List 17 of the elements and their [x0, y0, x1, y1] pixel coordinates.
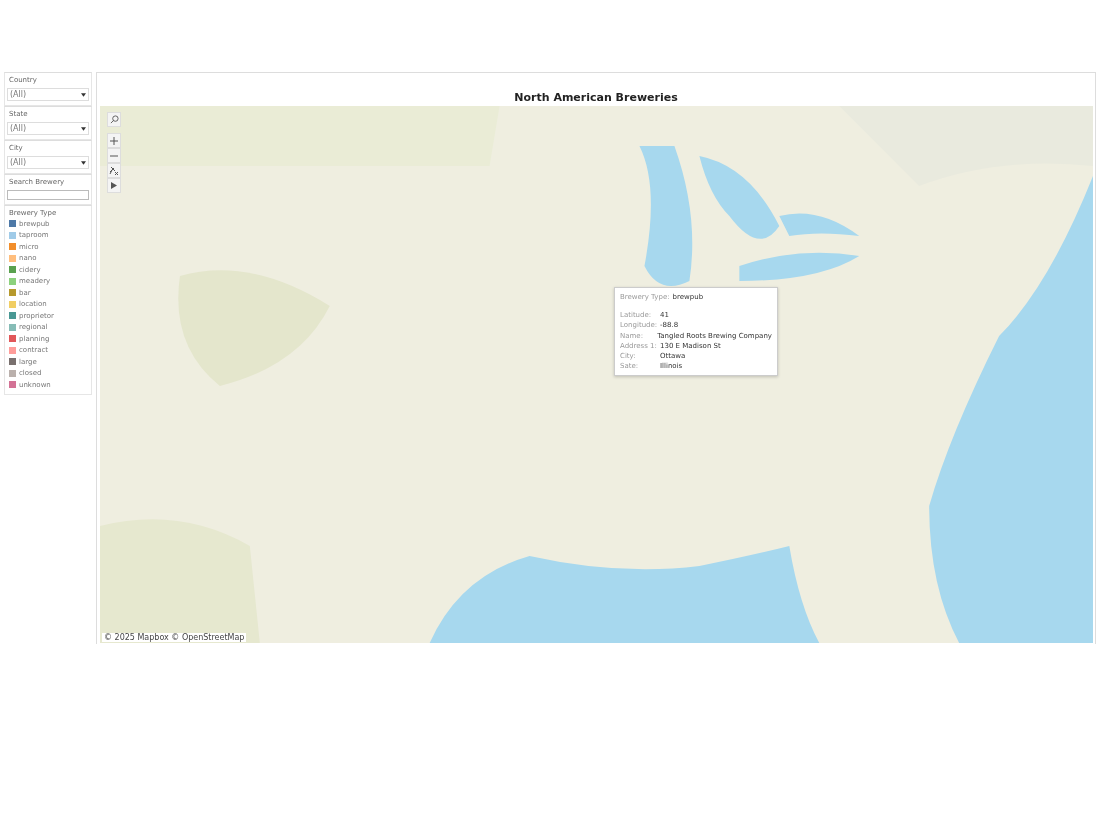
- search-button[interactable]: [107, 112, 121, 127]
- plus-icon: [110, 136, 118, 145]
- dropdown[interactable]: (All): [7, 122, 89, 135]
- expand-button[interactable]: [107, 178, 121, 193]
- search-icon: [109, 115, 119, 124]
- caret-icon: [81, 160, 86, 165]
- caret-icon: [81, 92, 86, 97]
- dropdown[interactable]: (All): [7, 88, 89, 101]
- zoom-in-button[interactable]: [107, 133, 121, 148]
- pin-cross-icon: [109, 165, 119, 176]
- search-field[interactable]: [7, 190, 89, 200]
- dropdown[interactable]: (All): [7, 156, 89, 169]
- play-icon: [111, 182, 117, 189]
- unpin-button[interactable]: [107, 163, 121, 178]
- caret-icon: [81, 126, 86, 131]
- map-attribution: © 2025 Mapbox © OpenStreetMap: [102, 633, 247, 642]
- chart-title: North American Breweries: [514, 91, 678, 104]
